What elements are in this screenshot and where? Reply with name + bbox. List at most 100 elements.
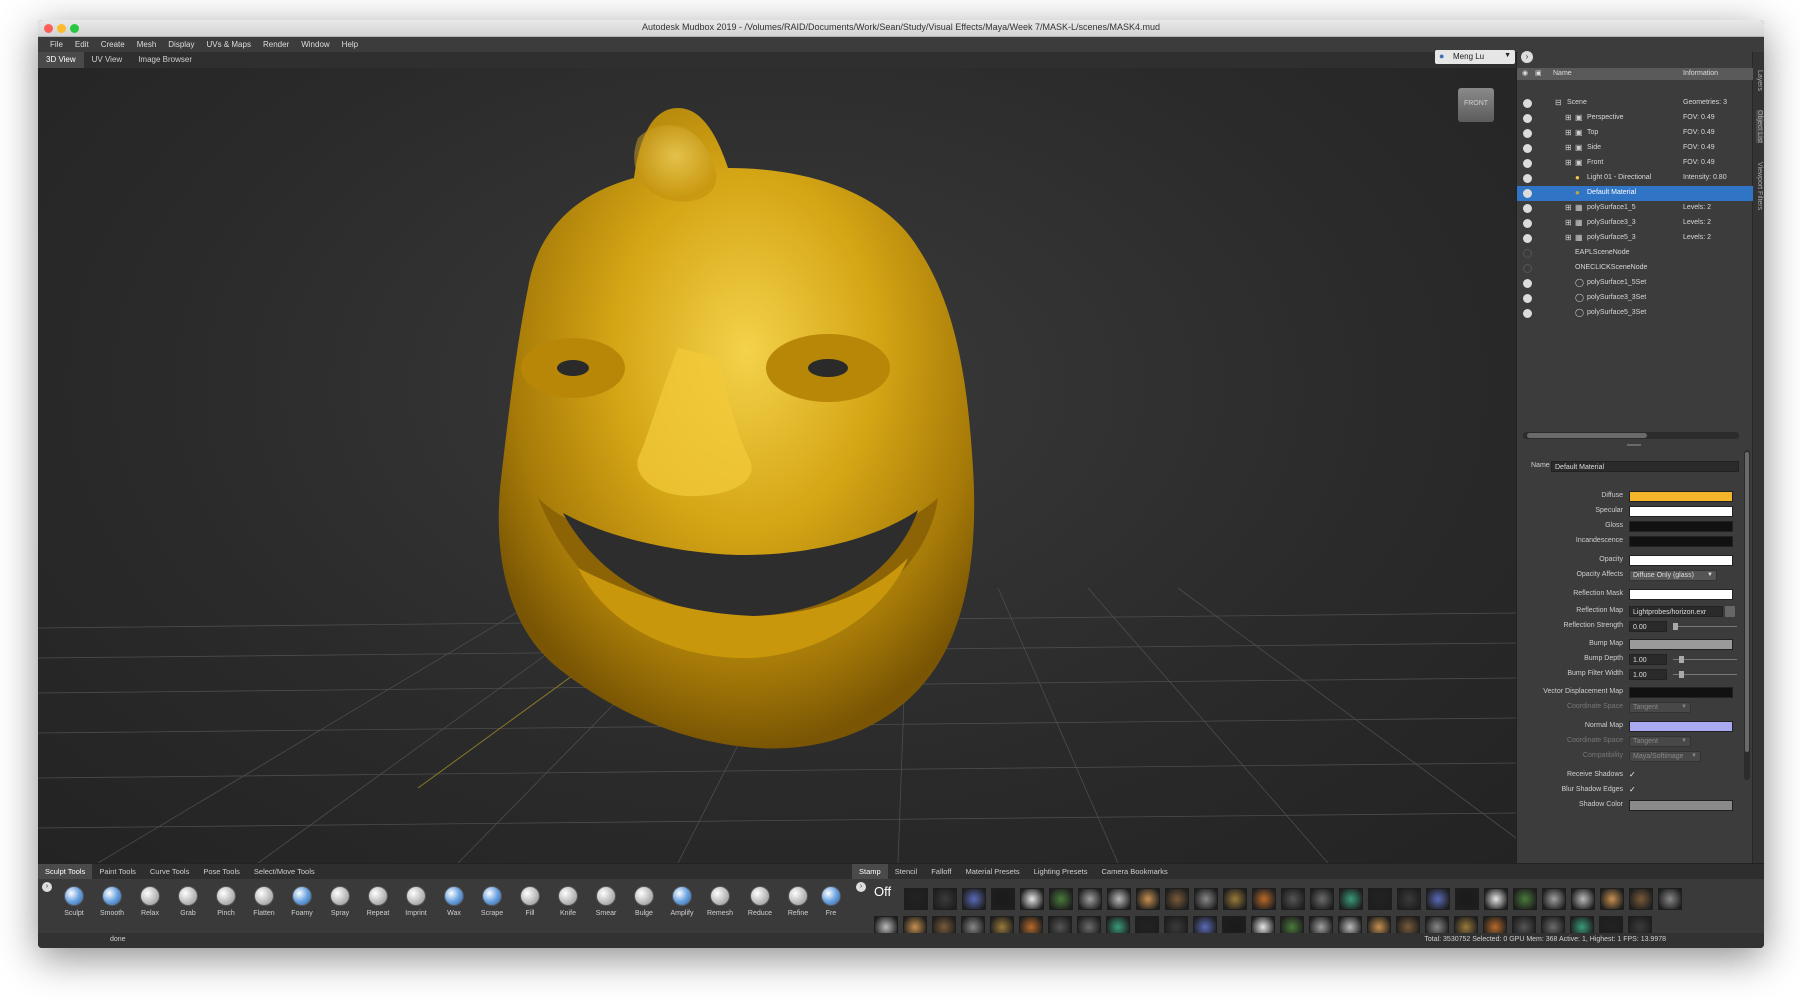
reflection-strength-slider[interactable] <box>1673 623 1737 630</box>
tool-refine[interactable]: Refine <box>780 884 816 928</box>
normal-coordinate-space-dropdown[interactable]: Tangent ▼ <box>1629 736 1691 747</box>
stamp-thumbnail[interactable] <box>1513 888 1537 910</box>
tab-viewport-filters[interactable]: Viewport Filters <box>1756 162 1763 210</box>
stamp-thumbnail[interactable] <box>1658 888 1682 910</box>
expand-panel-icon[interactable]: › <box>1521 51 1533 63</box>
stamp-thumbnail[interactable] <box>1310 888 1334 910</box>
gloss-color-swatch[interactable] <box>1629 521 1733 532</box>
visibility-toggle[interactable] <box>1523 189 1532 198</box>
tool-pinch[interactable]: Pinch <box>208 884 244 928</box>
stamp-thumbnail[interactable] <box>1020 888 1044 910</box>
list-item[interactable]: ◯ polySurface3_3Set <box>1517 291 1753 306</box>
menu-help[interactable]: Help <box>336 37 364 52</box>
list-item[interactable]: ⊞ ▦ polySurface1_5 Levels: 2 <box>1517 201 1753 216</box>
bump-filter-width-slider[interactable] <box>1673 671 1737 678</box>
list-item[interactable]: ONECLICKSceneNode <box>1517 261 1753 276</box>
tab-3d-view[interactable]: 3D View <box>38 52 84 68</box>
tab-pose-tools[interactable]: Pose Tools <box>196 864 247 879</box>
tool-scrape[interactable]: Scrape <box>474 884 510 928</box>
diffuse-color-swatch[interactable] <box>1629 491 1733 502</box>
list-item[interactable]: ⊞ ▣ Top FOV: 0.49 <box>1517 126 1753 141</box>
stamp-thumbnail[interactable] <box>1223 888 1247 910</box>
expand-icon[interactable]: ⊞ <box>1565 203 1572 212</box>
stamp-thumbnail[interactable] <box>1629 888 1653 910</box>
tab-paint-tools[interactable]: Paint Tools <box>92 864 143 879</box>
tab-curve-tools[interactable]: Curve Tools <box>143 864 196 879</box>
expand-icon[interactable]: ⊞ <box>1565 218 1572 227</box>
tool-reduce[interactable]: Reduce <box>742 884 778 928</box>
stamp-thumbnail[interactable] <box>991 888 1015 910</box>
user-account-dropdown[interactable]: ● Meng Lu ▼ <box>1435 50 1515 64</box>
menu-render[interactable]: Render <box>257 37 295 52</box>
column-information[interactable]: Information <box>1683 70 1718 77</box>
stamp-thumbnail[interactable] <box>1426 888 1450 910</box>
collapse-icon[interactable]: ⊟ <box>1555 98 1562 107</box>
tool-grab[interactable]: Grab <box>170 884 206 928</box>
tool-relax[interactable]: Relax <box>132 884 168 928</box>
list-item[interactable]: ● Light 01 - Directional Intensity: 0.80 <box>1517 171 1753 186</box>
stamp-thumbnail[interactable] <box>1600 888 1624 910</box>
menu-edit[interactable]: Edit <box>69 37 95 52</box>
material-name-field[interactable]: Default Material <box>1551 461 1739 472</box>
menu-create[interactable]: Create <box>95 37 131 52</box>
scrollbar-thumb[interactable] <box>1527 433 1647 438</box>
menu-display[interactable]: Display <box>162 37 200 52</box>
compatibility-dropdown[interactable]: Maya/Softimage ▼ <box>1629 751 1701 762</box>
tab-image-browser[interactable]: Image Browser <box>130 52 200 68</box>
visibility-toggle[interactable] <box>1523 159 1532 168</box>
tool-amplify[interactable]: Amplify <box>664 884 700 928</box>
visibility-toggle[interactable] <box>1523 99 1532 108</box>
menu-window[interactable]: Window <box>295 37 335 52</box>
list-item[interactable]: EAPLSceneNode <box>1517 246 1753 261</box>
reflection-strength-input[interactable]: 0.00 <box>1629 621 1667 632</box>
bump-filter-width-input[interactable]: 1.00 <box>1629 669 1667 680</box>
tab-uv-view[interactable]: UV View <box>84 52 131 68</box>
tool-sculpt[interactable]: Sculpt <box>56 884 92 928</box>
bump-map-swatch[interactable] <box>1629 639 1733 650</box>
stamp-thumbnail[interactable] <box>1339 888 1363 910</box>
tool-spray[interactable]: Spray <box>322 884 358 928</box>
tab-object-list[interactable]: Object List <box>1756 110 1763 144</box>
list-item[interactable]: ⊞ ▣ Perspective FOV: 0.49 <box>1517 111 1753 126</box>
visibility-toggle[interactable] <box>1523 309 1532 318</box>
slider-handle[interactable] <box>1679 656 1684 663</box>
reflection-map-field[interactable]: Lightprobes/horizon.exr <box>1629 606 1723 617</box>
vector-displacement-map-swatch[interactable] <box>1629 687 1733 698</box>
tool-flatten[interactable]: Flatten <box>246 884 282 928</box>
object-list-horizontal-scrollbar[interactable] <box>1523 432 1739 439</box>
tool-remesh[interactable]: Remesh <box>702 884 738 928</box>
menu-file[interactable]: File <box>44 37 69 52</box>
tool-foamy[interactable]: Foamy <box>284 884 320 928</box>
tool-bulge[interactable]: Bulge <box>626 884 662 928</box>
normal-map-swatch[interactable] <box>1629 721 1733 732</box>
tool-repeat[interactable]: Repeat <box>360 884 396 928</box>
visibility-toggle[interactable] <box>1523 279 1532 288</box>
list-item[interactable]: ⊞ ▦ polySurface5_3 Levels: 2 <box>1517 231 1753 246</box>
properties-vertical-scrollbar[interactable] <box>1744 450 1750 780</box>
stamp-off-button[interactable]: Off <box>874 884 891 899</box>
stamp-thumbnail[interactable] <box>904 888 928 910</box>
list-item[interactable]: ⊞ ▦ polySurface3_3 Levels: 2 <box>1517 216 1753 231</box>
visibility-toggle[interactable] <box>1523 234 1532 243</box>
visibility-toggle[interactable] <box>1523 129 1532 138</box>
scrollbar-thumb[interactable] <box>1745 452 1749 752</box>
stamp-thumbnail[interactable] <box>1078 888 1102 910</box>
tool-fill[interactable]: Fill <box>512 884 548 928</box>
stamp-thumbnail[interactable] <box>1455 888 1479 910</box>
tool-smear[interactable]: Smear <box>588 884 624 928</box>
column-name[interactable]: Name <box>1553 70 1572 77</box>
visibility-toggle[interactable] <box>1523 264 1532 273</box>
visibility-toggle[interactable] <box>1523 219 1532 228</box>
list-item[interactable]: ⊞ ▣ Side FOV: 0.49 <box>1517 141 1753 156</box>
list-item-selected[interactable]: ● Default Material <box>1517 186 1753 201</box>
visibility-toggle[interactable] <box>1523 204 1532 213</box>
stamp-thumbnail[interactable] <box>1165 888 1189 910</box>
stamp-options-icon[interactable]: › <box>856 882 866 892</box>
receive-shadows-checkbox[interactable]: ✓ <box>1629 770 1636 781</box>
expand-icon[interactable]: ⊞ <box>1565 233 1572 242</box>
visibility-toggle[interactable] <box>1523 144 1532 153</box>
stamp-thumbnail[interactable] <box>1571 888 1595 910</box>
visibility-toggle[interactable] <box>1523 114 1532 123</box>
stamp-thumbnail[interactable] <box>1252 888 1276 910</box>
tab-layers[interactable]: Layers <box>1756 70 1763 91</box>
